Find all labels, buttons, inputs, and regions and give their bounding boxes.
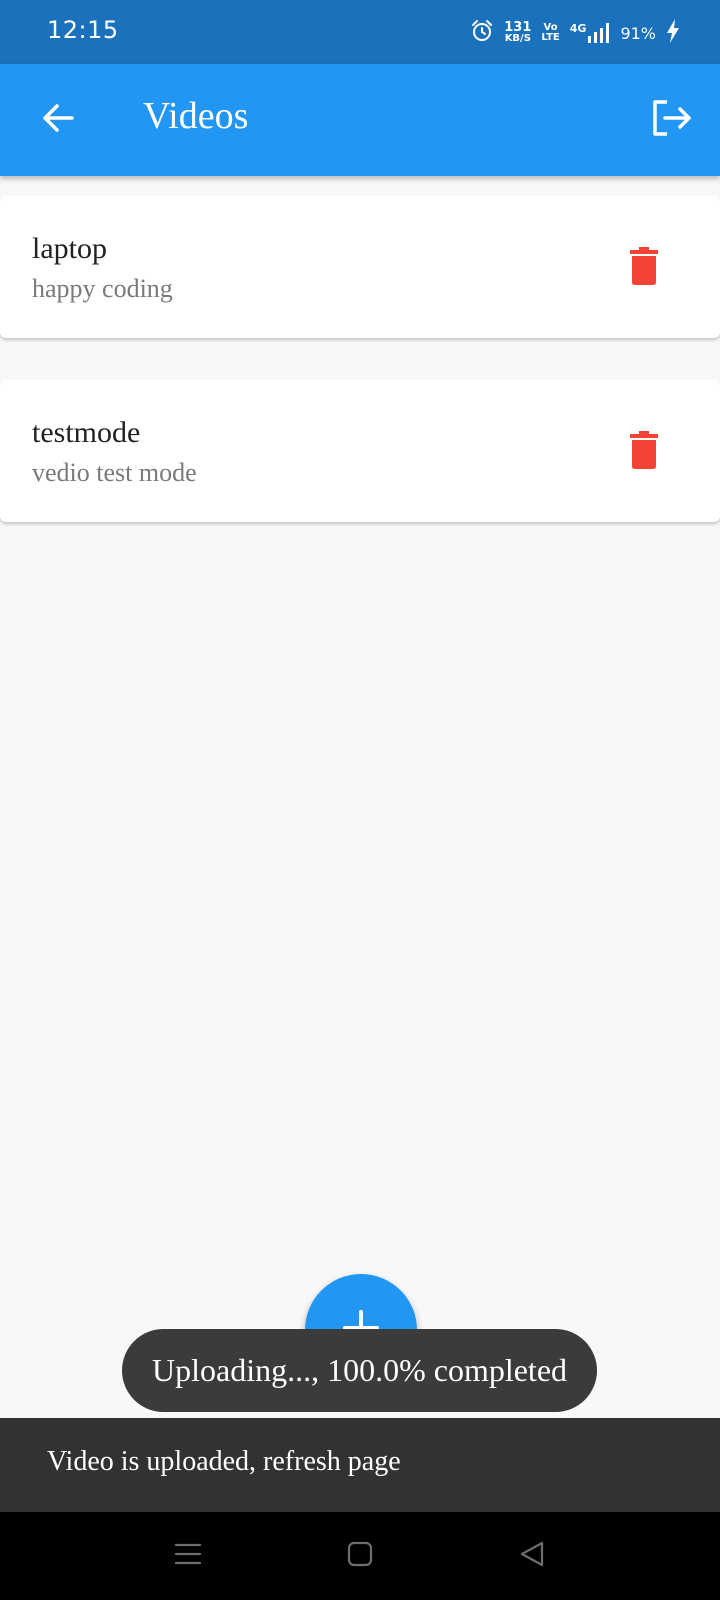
signal-icon: 4G	[570, 23, 611, 43]
video-title: laptop	[32, 232, 107, 265]
back-triangle-icon	[518, 1540, 546, 1573]
status-time: 12:15	[47, 16, 119, 44]
recent-apps-button[interactable]	[166, 1534, 210, 1578]
snackbar-message: Video is uploaded, refresh page	[47, 1446, 401, 1477]
status-bar: 12:15 131 KB/S Vo LTE 4G 91%	[0, 0, 720, 64]
alarm-icon	[470, 19, 494, 47]
trash-icon	[630, 430, 658, 474]
net-speed-value: 131	[504, 20, 532, 35]
logout-icon	[651, 99, 693, 142]
net-speed-unit: KB/S	[504, 33, 531, 44]
logout-button[interactable]	[642, 90, 702, 150]
volte-bottom: LTE	[541, 32, 560, 43]
volte-indicator: Vo LTE	[541, 23, 559, 43]
list-item[interactable]: laptop happy coding	[0, 196, 720, 338]
arrow-back-icon	[41, 101, 75, 140]
network-type: 4G	[569, 22, 587, 35]
menu-icon	[174, 1540, 202, 1573]
battery-level: 91%	[620, 23, 656, 43]
video-title: testmode	[32, 416, 141, 449]
status-icons: 131 KB/S Vo LTE 4G 91%	[470, 18, 680, 48]
delete-button[interactable]	[616, 240, 672, 296]
home-button[interactable]	[338, 1534, 382, 1578]
app-bar: Videos	[0, 64, 720, 176]
snackbar: Video is uploaded, refresh page	[0, 1418, 720, 1512]
page-title: Videos	[143, 95, 249, 137]
delete-button[interactable]	[616, 424, 672, 480]
video-description: vedio test mode	[32, 458, 197, 487]
back-button[interactable]	[28, 90, 88, 150]
charging-icon	[666, 19, 680, 47]
video-description: happy coding	[32, 274, 173, 303]
system-nav-bar	[0, 1512, 720, 1600]
upload-toast: Uploading..., 100.0% completed	[122, 1329, 597, 1412]
trash-icon	[630, 246, 658, 290]
home-square-icon	[346, 1540, 374, 1573]
list-item[interactable]: testmode vedio test mode	[0, 380, 720, 522]
system-back-button[interactable]	[510, 1534, 554, 1578]
net-speed: 131 KB/S	[504, 20, 532, 44]
